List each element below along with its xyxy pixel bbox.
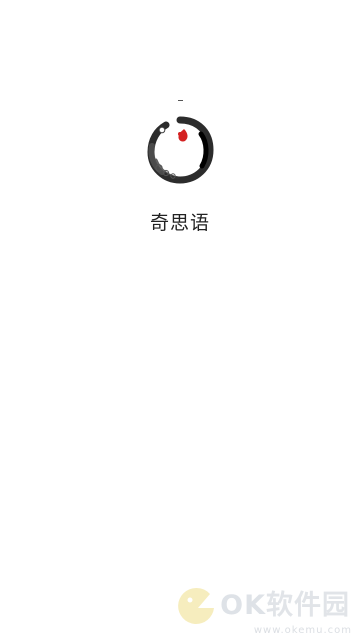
splash-screen: 奇思语 OK 软件园 www.okemu.com [0, 0, 360, 640]
watermark-brand-cn: 软件园 [266, 590, 350, 621]
app-name-title: 奇思语 [149, 212, 210, 234]
top-dash-mark [178, 100, 183, 101]
pacman-watermark-icon [178, 587, 215, 624]
watermark-url: www.okemu.com [253, 625, 352, 636]
ink-circle-logo-icon [147, 116, 214, 184]
okemu-watermark: OK 软件园 [176, 586, 350, 626]
watermark-brand-ok: OK [220, 590, 266, 621]
